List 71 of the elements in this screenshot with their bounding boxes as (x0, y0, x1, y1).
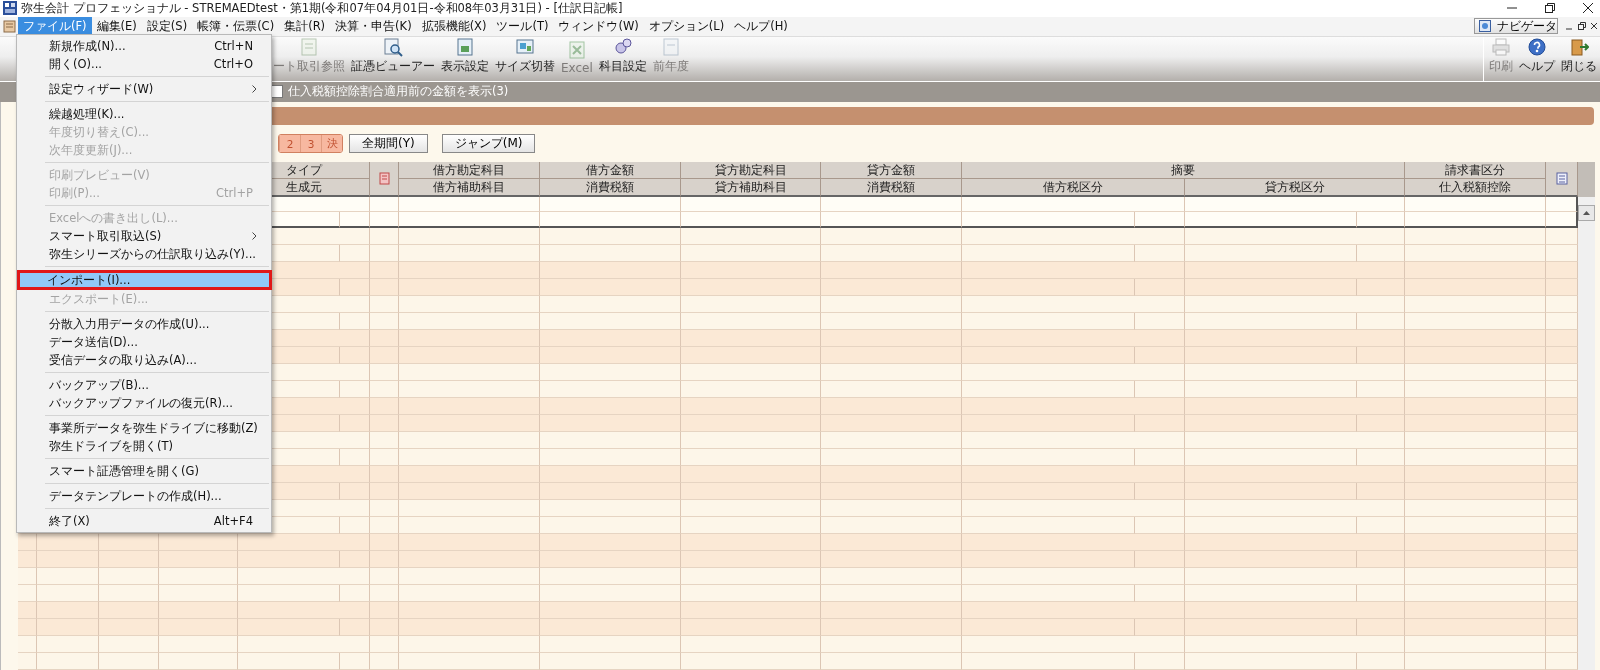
menu-item[interactable]: 編集(E) (91, 16, 142, 36)
toolbar-button[interactable]: サイズ切替 (494, 36, 556, 75)
document-icon (3, 19, 16, 33)
column-header: 借方補助科目 (399, 179, 540, 197)
menu-option[interactable]: 繰越処理(K)... (19, 105, 269, 123)
column-header: 貸方金額 (821, 162, 962, 179)
menu-option[interactable]: 分散入力用データの作成(U)... (19, 315, 269, 333)
all-period-button[interactable]: 全期間(Y) (349, 134, 428, 153)
table-cell[interactable] (1546, 212, 1578, 228)
header-corner (1578, 162, 1595, 197)
column-header: 借方金額 (540, 162, 681, 179)
up-arrow-icon (1583, 211, 1590, 215)
book-icon[interactable] (378, 172, 390, 185)
spreadsheet-icon (566, 39, 587, 60)
exit-icon (1569, 36, 1589, 57)
navigator-icon (1479, 20, 1491, 33)
menu-option[interactable]: データテンプレートの作成(H)... (19, 487, 269, 505)
column-header: 借方勘定科目 (399, 162, 540, 179)
scroll-up-button[interactable] (1578, 205, 1595, 221)
column-header: 消費税額 (540, 179, 681, 197)
menu-option[interactable]: バックアップ(B)... (19, 376, 269, 394)
menu-item[interactable]: 集計(R) (279, 16, 331, 36)
column-header: 借方税区分 (962, 179, 1185, 197)
toolbar-button[interactable]: 閉じる (1560, 36, 1598, 75)
menu-option[interactable]: 開く(O)... Ctrl+O (19, 55, 269, 73)
column-header: 摘要 (962, 162, 1405, 179)
menu-option[interactable]: 設定ウィザード(W) (19, 80, 269, 98)
document-icon (660, 36, 681, 57)
vertical-scrollbar[interactable] (1578, 162, 1595, 670)
menu-option[interactable]: 受信データの取り込み(A)... (19, 351, 269, 369)
menu-option[interactable]: スマート証憑管理を開く(G) (19, 462, 269, 480)
restore-icon[interactable] (1577, 20, 1587, 33)
toolbar-button[interactable]: 証憑ビューアー (350, 36, 436, 75)
menu-item[interactable]: ウィンドウ(W) (553, 16, 644, 36)
column-header: 請求書区分 (1405, 162, 1546, 179)
menu-item[interactable]: 決算・申告(K) (330, 16, 417, 36)
column-header: 貸方税区分 (1185, 179, 1405, 197)
checkbox-label: 仕入税額控除割合適用前の金額を表示(3) (288, 84, 509, 100)
menu-option[interactable]: 弥生ドライブを開く(T) (19, 437, 269, 455)
table-cell[interactable] (1546, 197, 1578, 212)
column-header: 貸方勘定科目 (681, 162, 821, 179)
menu-item[interactable]: 拡張機能(X) (416, 16, 492, 36)
close-icon[interactable] (1582, 2, 1594, 15)
toolbar-button[interactable]: ヘルプ (1518, 36, 1556, 75)
menu-option[interactable]: 事業所データを弥生ドライブに移動(Z) (19, 419, 269, 437)
column-header: 仕入税額控除 (1405, 179, 1546, 197)
printer-icon (1491, 36, 1511, 57)
document-icon (299, 36, 319, 57)
column-header: 貸方補助科目 (681, 179, 821, 197)
menu-option[interactable]: 弥生シリーズからの仕訳取り込み(Y)... (19, 245, 269, 263)
menu-option[interactable]: スマート取引取込(S) (19, 227, 269, 245)
restore-icon[interactable] (1544, 2, 1556, 15)
menu-item[interactable]: 設定(S) (141, 16, 193, 36)
menu-option[interactable]: 新規作成(N)... Ctrl+N (19, 37, 269, 55)
menu-item[interactable]: 帳簿・伝票(C) (192, 16, 280, 36)
notepad-icon[interactable] (1555, 172, 1568, 185)
toolbar-button[interactable]: 科目設定 (597, 36, 648, 75)
menu-item[interactable]: ヘルプ(H) (729, 16, 793, 36)
menu-item[interactable]: ツール(T) (491, 16, 554, 36)
menu-option[interactable]: データ送信(D)... (19, 333, 269, 351)
menu-option[interactable]: インポート(I)... (17, 270, 272, 290)
toolbar-button[interactable]: 表示設定 (440, 36, 490, 75)
menu-option[interactable]: バックアップファイルの復元(R)... (19, 394, 269, 412)
menu-item[interactable]: オプション(L) (643, 16, 730, 36)
window-title: 弥生会計 プロフェッショナル - STREMAEDtest・第1期(令和07年04月01日-令和08年03月31日) - [仕訳日記帳] (21, 0, 623, 16)
document-icon (455, 36, 475, 57)
menu-option[interactable]: 終了(X) Alt+F4 (19, 512, 269, 530)
navigator-button[interactable]: ナビゲータ (1474, 18, 1558, 35)
jump-button[interactable]: ジャンプ(M) (441, 134, 536, 153)
document-icon (515, 36, 535, 57)
column-header: 消費税額 (821, 179, 962, 197)
